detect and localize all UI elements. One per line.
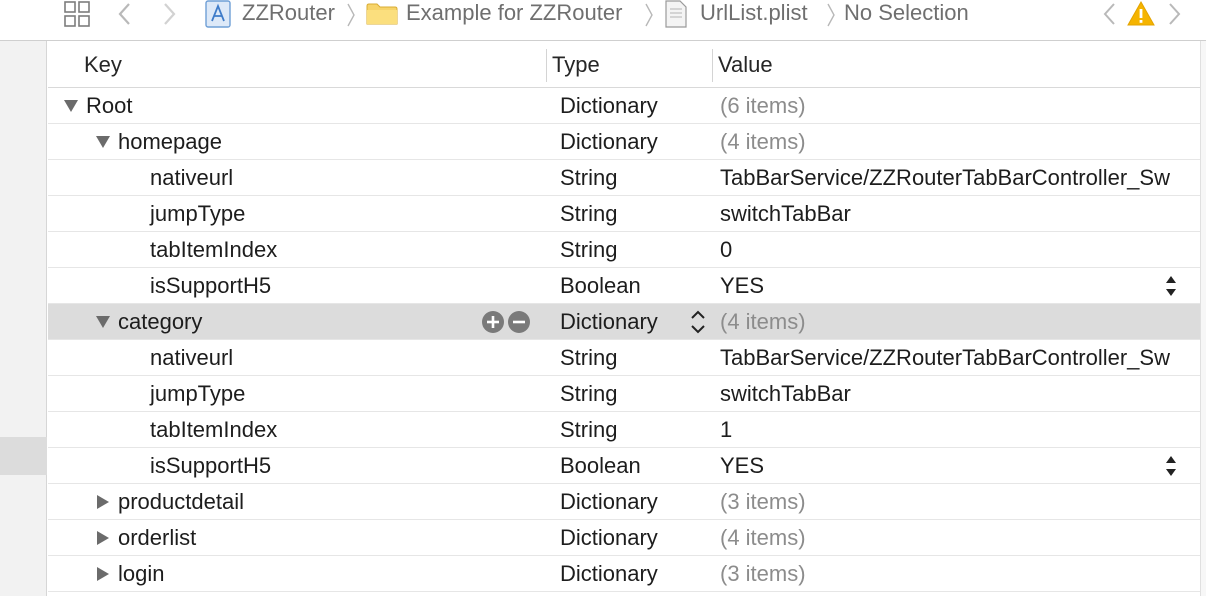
folder-icon xyxy=(366,0,398,28)
remove-row-icon[interactable] xyxy=(508,310,530,333)
row-value: (3 items) xyxy=(720,560,806,586)
breadcrumb-separator-icon xyxy=(346,2,356,33)
plist-file-icon xyxy=(664,0,688,28)
row-value: (4 items) xyxy=(720,128,806,154)
row-type[interactable]: String xyxy=(560,232,617,267)
row-key[interactable]: orderlist xyxy=(118,520,196,555)
forward-chevron-icon[interactable] xyxy=(160,0,180,28)
row-key[interactable]: nativeurl xyxy=(150,340,233,375)
previous-issue-chevron-icon[interactable] xyxy=(1100,0,1118,28)
column-divider[interactable] xyxy=(712,49,713,82)
row-value[interactable]: switchTabBar xyxy=(720,196,851,231)
boolean-stepper-icon[interactable] xyxy=(1164,268,1178,303)
row-type[interactable]: String xyxy=(560,196,617,231)
plist-row[interactable]: nativeurl String TabBarService/ZZRouterT… xyxy=(48,340,1200,376)
row-key[interactable]: nativeurl xyxy=(150,160,233,195)
add-row-icon[interactable] xyxy=(482,310,504,333)
row-value: (4 items) xyxy=(720,308,806,334)
row-value: (3 items) xyxy=(720,488,806,514)
row-key[interactable]: tabItemIndex xyxy=(150,412,277,447)
navigator-selection xyxy=(0,437,47,475)
breadcrumb-folder[interactable]: Example for ZZRouter xyxy=(406,0,622,26)
column-divider[interactable] xyxy=(546,49,547,82)
row-type[interactable]: Dictionary xyxy=(560,484,658,519)
row-type[interactable]: Dictionary xyxy=(560,304,658,339)
row-key[interactable]: isSupportH5 xyxy=(150,448,271,483)
row-key[interactable]: productdetail xyxy=(118,484,244,519)
plist-row[interactable]: homepage Dictionary (4 items) xyxy=(48,124,1200,160)
row-type[interactable]: String xyxy=(560,376,617,411)
jump-bar: ZZRouter Example for ZZRouter UrlList.pl… xyxy=(0,0,1206,41)
plist-row[interactable]: tabItemIndex String 0 xyxy=(48,232,1200,268)
plist-row-selected[interactable]: category Dictionary (4 items) xyxy=(48,304,1200,340)
plist-row[interactable]: productdetail Dictionary (3 items) xyxy=(48,484,1200,520)
disclosure-expanded-icon[interactable] xyxy=(62,88,80,123)
related-items-grid-icon[interactable] xyxy=(62,0,92,28)
plist-editor: Key Type Value Root Dictionary (6 items)… xyxy=(48,41,1206,596)
row-key[interactable]: login xyxy=(118,556,164,591)
row-type[interactable]: Boolean xyxy=(560,448,641,483)
row-key[interactable]: isSupportH5 xyxy=(150,268,271,303)
row-type[interactable]: Dictionary xyxy=(560,556,658,591)
row-type[interactable]: String xyxy=(560,412,617,447)
row-type[interactable]: Dictionary xyxy=(560,124,658,159)
row-value[interactable]: 1 xyxy=(720,412,732,447)
row-value: (4 items) xyxy=(720,524,806,550)
row-value[interactable]: YES xyxy=(720,268,764,303)
row-value[interactable]: 0 xyxy=(720,232,732,267)
boolean-stepper-icon[interactable] xyxy=(1164,448,1178,483)
row-value[interactable]: TabBarService/ZZRouterTabBarController_S… xyxy=(720,160,1170,195)
plist-row[interactable]: isSupportH5 Boolean YES xyxy=(48,268,1200,304)
column-type-header[interactable]: Type xyxy=(552,41,600,88)
row-key[interactable]: homepage xyxy=(118,124,222,159)
plist-row[interactable]: isSupportH5 Boolean YES xyxy=(48,448,1200,484)
row-key[interactable]: jumpType xyxy=(150,376,245,411)
row-value[interactable]: YES xyxy=(720,448,764,483)
row-type[interactable]: Boolean xyxy=(560,268,641,303)
breadcrumb-file[interactable]: UrlList.plist xyxy=(700,0,808,26)
navigator-edge xyxy=(0,41,47,596)
column-header: Key Type Value xyxy=(48,41,1206,88)
row-type[interactable]: Dictionary xyxy=(560,520,658,555)
row-type[interactable]: String xyxy=(560,340,617,375)
row-value[interactable]: switchTabBar xyxy=(720,376,851,411)
row-key[interactable]: tabItemIndex xyxy=(150,232,277,267)
breadcrumb-project[interactable]: ZZRouter xyxy=(242,0,335,26)
row-value: (6 items) xyxy=(720,92,806,118)
plist-row[interactable]: orderlist Dictionary (4 items) xyxy=(48,520,1200,556)
plist-row[interactable]: jumpType String switchTabBar xyxy=(48,196,1200,232)
row-key[interactable]: Root xyxy=(86,88,132,123)
breadcrumb-separator-icon xyxy=(644,2,654,33)
disclosure-collapsed-icon[interactable] xyxy=(94,520,112,555)
breadcrumb-selection[interactable]: No Selection xyxy=(844,0,969,26)
column-value-header[interactable]: Value xyxy=(718,41,773,88)
row-type[interactable]: Dictionary xyxy=(560,88,658,123)
disclosure-expanded-icon[interactable] xyxy=(94,124,112,159)
type-popup-chevron-icon[interactable] xyxy=(688,304,708,339)
vertical-scrollbar[interactable] xyxy=(1200,41,1206,596)
disclosure-collapsed-icon[interactable] xyxy=(94,556,112,591)
plist-row[interactable]: tabItemIndex String 1 xyxy=(48,412,1200,448)
row-value[interactable]: TabBarService/ZZRouterTabBarController_S… xyxy=(720,340,1170,375)
disclosure-collapsed-icon[interactable] xyxy=(94,484,112,519)
project-icon xyxy=(204,0,232,28)
disclosure-expanded-icon[interactable] xyxy=(94,304,112,339)
row-key[interactable]: category xyxy=(118,304,202,339)
plist-row[interactable]: jumpType String switchTabBar xyxy=(48,376,1200,412)
breadcrumb-separator-icon xyxy=(826,2,836,33)
plist-row[interactable]: nativeurl String TabBarService/ZZRouterT… xyxy=(48,160,1200,196)
column-key-header[interactable]: Key xyxy=(84,41,122,88)
plist-row[interactable]: Root Dictionary (6 items) xyxy=(48,88,1200,124)
back-chevron-icon[interactable] xyxy=(114,0,134,28)
row-type[interactable]: String xyxy=(560,160,617,195)
next-issue-chevron-icon[interactable] xyxy=(1166,0,1184,28)
row-key[interactable]: jumpType xyxy=(150,196,245,231)
warning-icon[interactable] xyxy=(1126,0,1156,28)
row-action-buttons xyxy=(482,304,530,339)
plist-row[interactable]: login Dictionary (3 items) xyxy=(48,556,1200,592)
